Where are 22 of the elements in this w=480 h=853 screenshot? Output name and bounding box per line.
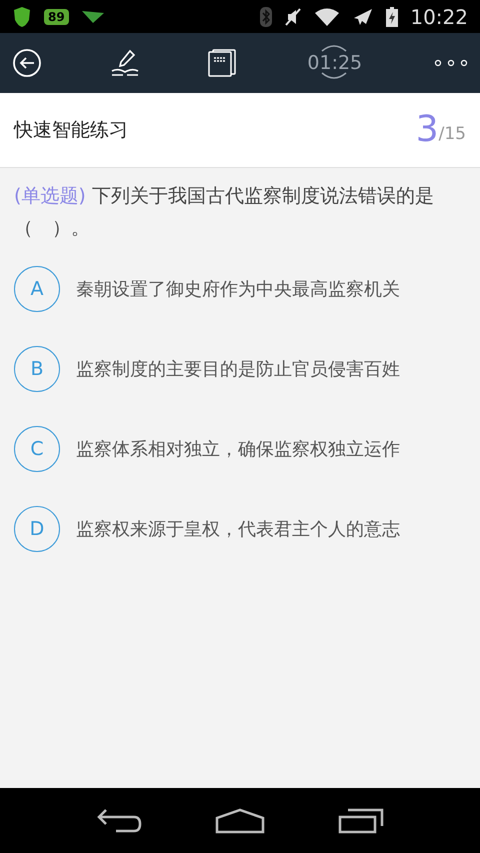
total-questions: /15 xyxy=(438,122,466,146)
home-nav-icon[interactable] xyxy=(214,808,265,834)
wifi-icon xyxy=(314,6,340,26)
status-time: 10:22 xyxy=(410,4,468,30)
pencil-book-icon[interactable] xyxy=(110,49,140,77)
more-button[interactable] xyxy=(434,58,468,68)
recent-apps-icon[interactable] xyxy=(338,808,384,834)
page-title: 快速智能练习 xyxy=(14,118,128,143)
back-button[interactable] xyxy=(12,48,42,78)
option-text[interactable]: 监察体系相对独立，确保监察权独立运作 xyxy=(76,436,400,462)
mute-icon xyxy=(284,6,302,26)
sheets-icon[interactable] xyxy=(208,49,236,77)
battery-badge: 89 xyxy=(44,8,69,24)
question-text: (单选题) 下列关于我国古代监察制度说法错误的是（ ）。 xyxy=(14,184,435,241)
battery-icon xyxy=(386,6,398,26)
shield-icon xyxy=(12,6,32,28)
back-nav-icon[interactable] xyxy=(96,808,142,834)
option-text[interactable]: 监察制度的主要目的是防止官员侵害百姓 xyxy=(76,356,400,382)
option-text[interactable]: 秦朝设置了御史府作为中央最高监察机关 xyxy=(76,276,400,302)
bluetooth-icon xyxy=(260,6,272,26)
option-text[interactable]: 监察权来源于皇权，代表君主个人的意志 xyxy=(76,516,400,542)
current-question-number: 3 xyxy=(416,110,439,150)
